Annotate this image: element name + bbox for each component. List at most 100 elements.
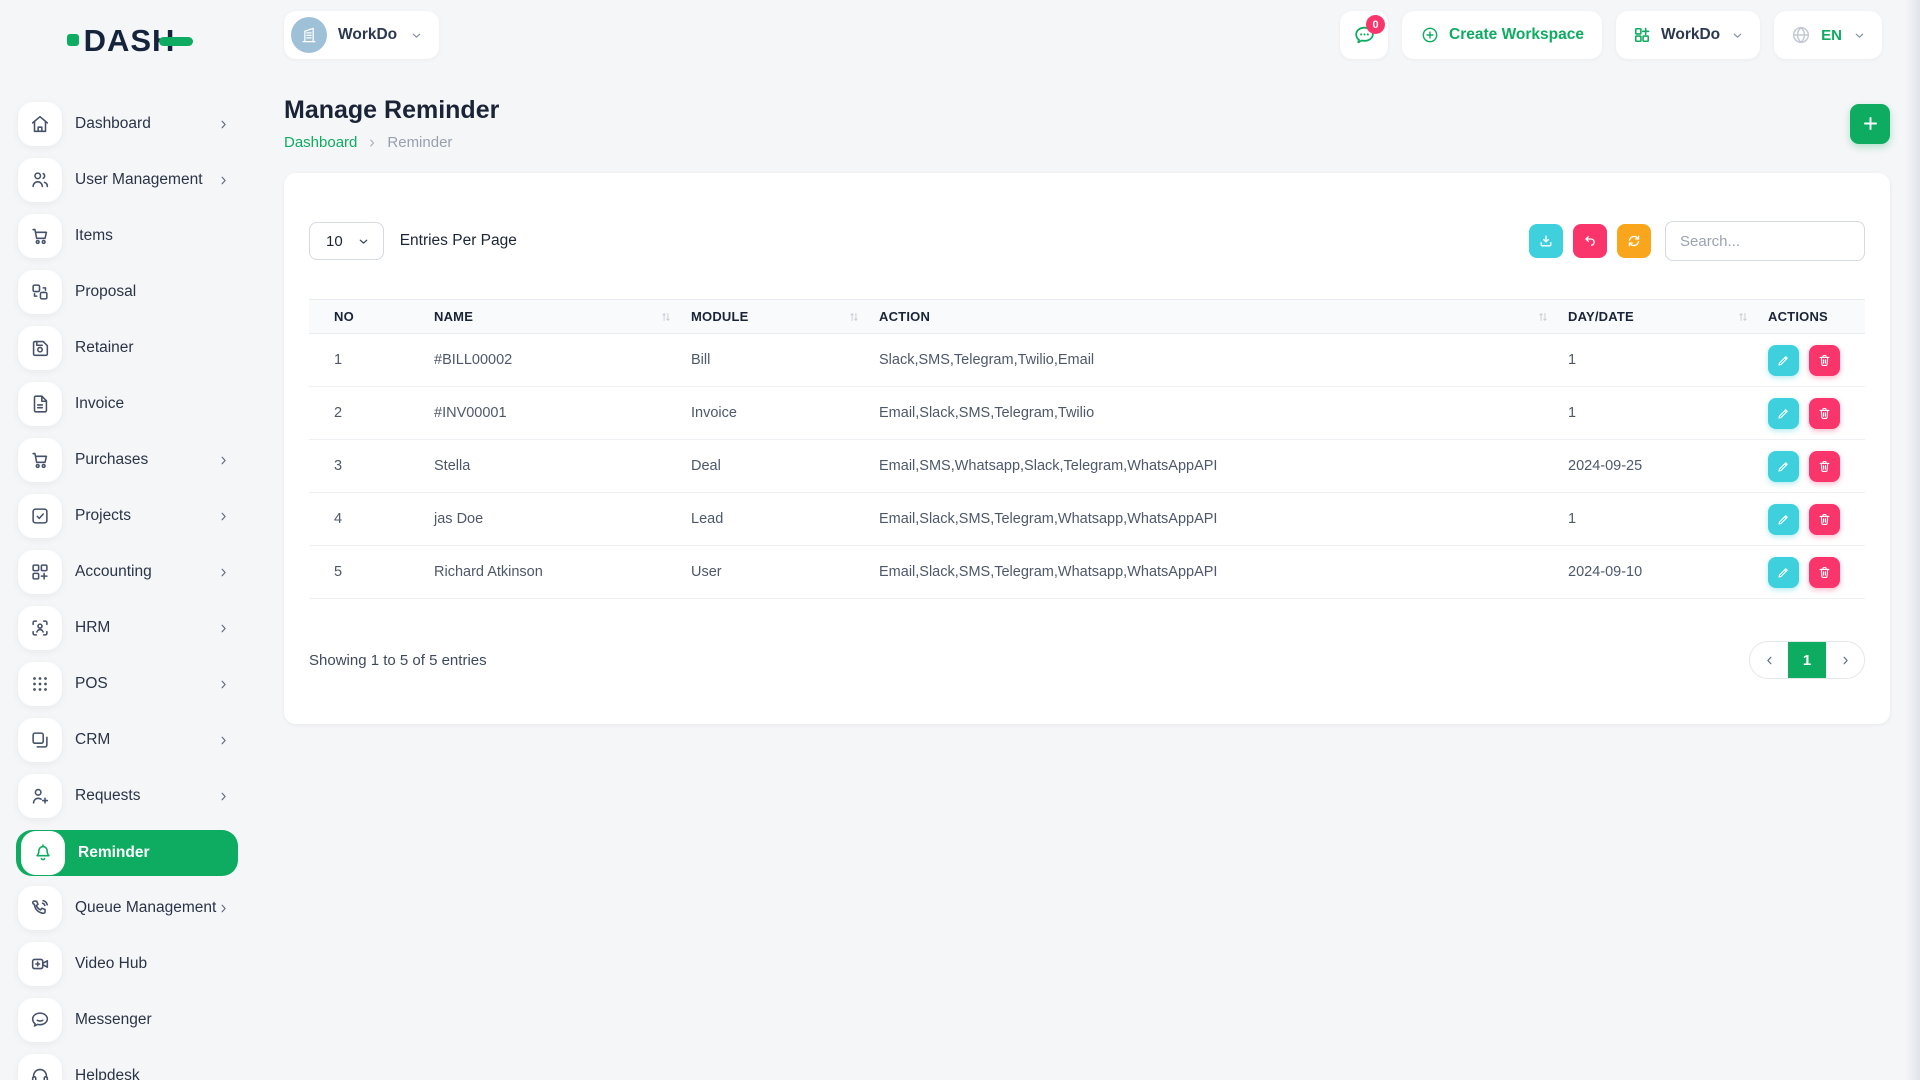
main-area: WorkDo 0 Create Workspace WorkDo bbox=[260, 0, 1920, 1080]
refresh-button[interactable] bbox=[1617, 224, 1651, 258]
column-header-name[interactable]: NAME bbox=[434, 300, 691, 334]
plus-circle-icon bbox=[1420, 25, 1440, 45]
delete-button[interactable] bbox=[1809, 345, 1840, 376]
undo-button[interactable] bbox=[1573, 224, 1607, 258]
sidebar-item-retainer[interactable]: Retainer bbox=[18, 326, 240, 370]
column-header-day-date[interactable]: DAY/DATE bbox=[1568, 300, 1768, 334]
table-row: 5Richard AtkinsonUserEmail,Slack,SMS,Tel… bbox=[309, 546, 1865, 599]
edit-button[interactable] bbox=[1768, 398, 1799, 429]
sidebar-item-purchases[interactable]: Purchases bbox=[18, 438, 240, 482]
edit-button[interactable] bbox=[1768, 504, 1799, 535]
entries-summary: Showing 1 to 5 of 5 entries bbox=[309, 652, 487, 669]
topbar-right: 0 Create Workspace WorkDo EN bbox=[1340, 11, 1882, 59]
add-reminder-button[interactable] bbox=[1850, 104, 1890, 144]
create-workspace-label: Create Workspace bbox=[1449, 26, 1584, 44]
sidebar-item-accounting[interactable]: Accounting bbox=[18, 550, 240, 594]
sidebar-item-label: Queue Management bbox=[75, 899, 216, 917]
sidebar-item-video-hub[interactable]: Video Hub bbox=[18, 942, 240, 986]
sidebar-menu: Dashboard User Management Items Proposal Ret… bbox=[0, 62, 260, 1080]
phone-call-icon bbox=[18, 886, 62, 930]
chevron-down-icon bbox=[1853, 29, 1866, 42]
delete-button[interactable] bbox=[1809, 504, 1840, 535]
download-icon bbox=[1538, 233, 1554, 249]
sidebar-item-label: CRM bbox=[75, 731, 110, 749]
toolbar-buttons bbox=[1529, 224, 1651, 258]
cell-module: Invoice bbox=[691, 387, 879, 440]
delete-button[interactable] bbox=[1809, 557, 1840, 588]
workdo-menu-label: WorkDo bbox=[1661, 26, 1720, 44]
cell-name: Stella bbox=[434, 440, 691, 493]
cell-no: 4 bbox=[309, 493, 434, 546]
workdo-menu-button[interactable]: WorkDo bbox=[1616, 11, 1760, 59]
video-plus-icon bbox=[18, 942, 62, 986]
export-button[interactable] bbox=[1529, 224, 1563, 258]
sidebar-item-dashboard[interactable]: Dashboard bbox=[18, 102, 240, 146]
scrollbar-track[interactable] bbox=[1906, 0, 1920, 1080]
entries-per-page-value: 10 bbox=[326, 233, 343, 250]
sidebar-item-user-management[interactable]: User Management bbox=[18, 158, 240, 202]
table-row: 4jas DoeLeadEmail,Slack,SMS,Telegram,Wha… bbox=[309, 493, 1865, 546]
edit-button[interactable] bbox=[1768, 557, 1799, 588]
reminder-table-card: 10 Entries Per Page NONAMEMODULEACTIONDA… bbox=[284, 173, 1890, 724]
language-selector[interactable]: EN bbox=[1774, 11, 1882, 59]
sidebar-item-hrm[interactable]: HRM bbox=[18, 606, 240, 650]
sidebar-item-label: Requests bbox=[75, 787, 140, 805]
table-row: 3StellaDealEmail,SMS,Whatsapp,Slack,Tele… bbox=[309, 440, 1865, 493]
cell-day-date: 1 bbox=[1568, 334, 1768, 387]
pagination-page-1[interactable]: 1 bbox=[1788, 642, 1826, 678]
sidebar-item-requests[interactable]: Requests bbox=[18, 774, 240, 818]
floppy-icon bbox=[18, 326, 62, 370]
pencil-icon bbox=[1776, 353, 1791, 368]
chevron-right-icon bbox=[217, 678, 230, 691]
sidebar-item-label: User Management bbox=[75, 171, 203, 189]
grid-plus-icon bbox=[18, 550, 62, 594]
cell-module: Lead bbox=[691, 493, 879, 546]
sidebar-item-crm[interactable]: CRM bbox=[18, 718, 240, 762]
column-header-no: NO bbox=[309, 300, 434, 334]
delete-button[interactable] bbox=[1809, 398, 1840, 429]
cell-name: jas Doe bbox=[434, 493, 691, 546]
workspace-selector[interactable]: WorkDo bbox=[284, 11, 439, 59]
pagination-prev-button[interactable] bbox=[1750, 642, 1788, 678]
messages-button[interactable]: 0 bbox=[1340, 11, 1388, 59]
breadcrumb-current: Reminder bbox=[387, 134, 452, 151]
edit-button[interactable] bbox=[1768, 451, 1799, 482]
sidebar-item-pos[interactable]: POS bbox=[18, 662, 240, 706]
column-header-module[interactable]: MODULE bbox=[691, 300, 879, 334]
create-workspace-button[interactable]: Create Workspace bbox=[1402, 11, 1602, 59]
cell-no: 2 bbox=[309, 387, 434, 440]
reminder-table: NONAMEMODULEACTIONDAY/DATEACTIONS 1#BILL… bbox=[309, 299, 1865, 599]
sidebar-item-messenger[interactable]: Messenger bbox=[18, 998, 240, 1042]
sidebar-item-reminder[interactable]: Reminder bbox=[16, 830, 238, 876]
chevron-down-icon bbox=[410, 29, 423, 42]
cell-day-date: 1 bbox=[1568, 493, 1768, 546]
sidebar-item-helpdesk[interactable]: Helpdesk bbox=[18, 1054, 240, 1080]
chevron-right-icon bbox=[217, 118, 230, 131]
chevron-right-icon bbox=[217, 174, 230, 187]
delete-button[interactable] bbox=[1809, 451, 1840, 482]
sidebar-item-items[interactable]: Items bbox=[18, 214, 240, 258]
home-icon bbox=[18, 102, 62, 146]
sidebar-item-label: Projects bbox=[75, 507, 131, 525]
search-input[interactable] bbox=[1665, 221, 1865, 261]
trash-icon bbox=[1817, 406, 1832, 421]
sidebar-item-queue-management[interactable]: Queue Management bbox=[18, 886, 240, 930]
entries-per-page-select[interactable]: 10 bbox=[309, 222, 384, 260]
cell-action: Email,Slack,SMS,Telegram,Whatsapp,WhatsA… bbox=[879, 493, 1568, 546]
breadcrumb-dashboard-link[interactable]: Dashboard bbox=[284, 134, 357, 151]
logo-accent-bar bbox=[159, 37, 193, 46]
column-header-action[interactable]: ACTION bbox=[879, 300, 1568, 334]
overlap-squares-icon bbox=[18, 718, 62, 762]
chevron-right-icon bbox=[217, 902, 230, 915]
sort-icon bbox=[847, 310, 861, 324]
edit-button[interactable] bbox=[1768, 345, 1799, 376]
sidebar-item-invoice[interactable]: Invoice bbox=[18, 382, 240, 426]
pagination-next-button[interactable] bbox=[1826, 642, 1864, 678]
app-logo[interactable]: DASH bbox=[0, 18, 260, 62]
sidebar-item-proposal[interactable]: Proposal bbox=[18, 270, 240, 314]
sidebar-item-projects[interactable]: Projects bbox=[18, 494, 240, 538]
pencil-icon bbox=[1776, 406, 1791, 421]
pencil-icon bbox=[1776, 459, 1791, 474]
trash-icon bbox=[1817, 512, 1832, 527]
topbar: WorkDo 0 Create Workspace WorkDo bbox=[284, 0, 1890, 70]
